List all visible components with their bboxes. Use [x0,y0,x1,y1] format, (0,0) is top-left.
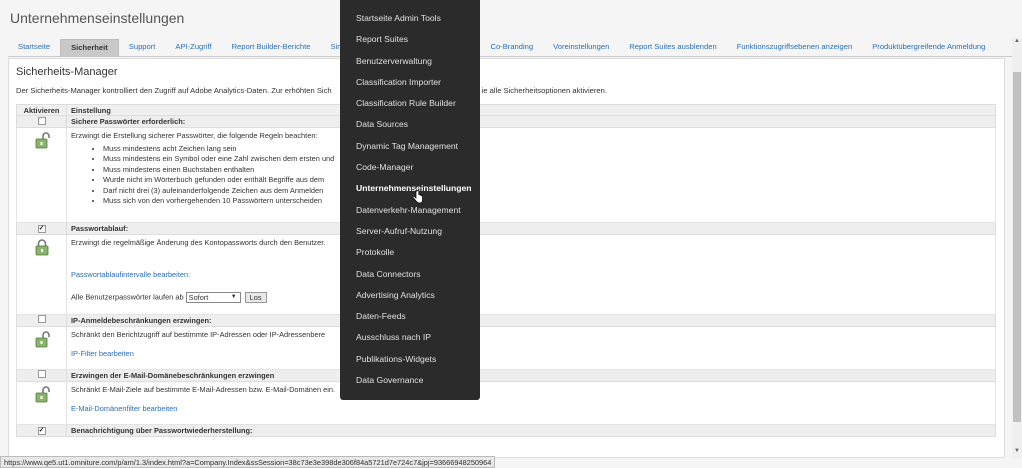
tab-startseite[interactable]: Startseite [8,39,60,57]
page-header: Unternehmenseinstellungen [0,0,1022,38]
section-header: Sichere Passwörter erforderlich: [16,115,996,128]
tab-report-builder[interactable]: Report Builder-Berichte [222,39,321,57]
list-item: Muss mindestens einen Buchstaben enthalt… [103,165,991,176]
menu-item-advertising-analytics[interactable]: Advertising Analytics [340,285,480,306]
tab-produktuebergreifende-anmeldung[interactable]: Produktübergreifende Anmeldung [862,39,995,57]
scroll-down-icon[interactable]: ▼ [1012,448,1022,458]
admin-tools-menu: Startseite Admin Tools Report Suites Ben… [340,0,480,400]
checkbox-password-expiry[interactable]: ✓ [37,225,46,233]
edit-email-domain-filter-link[interactable]: E-Mail-Domänenfilter bearbeiten [71,404,991,415]
checkbox-secure-passwords[interactable] [37,116,46,125]
col-header-setting: Einstellung [66,104,996,116]
col-header-activate: Aktivieren [16,104,67,116]
ip-restrictions-text: Schränkt den Berichtzugriff auf bestimmt… [71,329,326,339]
menu-item-dynamic-tag-management[interactable]: Dynamic Tag Management [340,136,480,157]
tab-sicherheit[interactable]: Sicherheit [60,39,119,57]
go-button[interactable]: Los [244,291,267,303]
tab-funktionszugriffsebenen[interactable]: Funktionszugriffsebenen anzeigen [727,39,863,57]
secure-passwords-intro: Erzwingt die Erstellung sicherer Passwör… [71,131,318,140]
panel-title: Sicherheits-Manager [16,66,118,78]
list-item: Muss sich von den vorhergehenden 10 Pass… [103,196,991,207]
menu-item-server-aufruf-nutzung[interactable]: Server-Aufruf-Nutzung [340,221,480,242]
menu-item-classification-rule-builder[interactable]: Classification Rule Builder [340,93,480,114]
section-title: Benachrichtigung über Passwortwiederhers… [66,423,996,437]
scroll-up-icon[interactable]: ▲ [1012,38,1022,48]
tab-voreinstellungen[interactable]: Voreinstellungen [543,39,619,57]
tab-support[interactable]: Support [119,39,166,57]
expire-select[interactable]: Sofort ▼ [185,291,241,303]
menu-item-startseite-admin-tools[interactable]: Startseite Admin Tools [340,8,480,29]
menu-item-ausschluss-nach-ip[interactable]: Ausschluss nach IP [340,327,480,348]
menu-item-data-governance[interactable]: Data Governance [340,370,480,391]
list-item: Muss mindestens ein Symbol oder eine Zah… [103,154,991,165]
security-manager-panel: Sicherheits-Manager Der Sicherheits-Mana… [8,58,1005,458]
section-header: ✓ Passwortablauf: [16,221,996,235]
menu-item-publikations-widgets[interactable]: Publikations-Widgets [340,349,480,370]
tab-api-zugriff[interactable]: API-Zugriff [165,39,221,57]
page-scrollbar[interactable]: ▲ ▼ [1012,38,1022,458]
expire-select-value: Sofort [188,292,209,302]
menu-item-unternehmenseinstellungen[interactable]: Unternehmenseinstellungen [340,178,480,199]
email-domain-text: Schränkt E-Mail-Ziele auf bestimmte E-Ma… [71,384,336,394]
scrollbar-thumb[interactable] [1013,72,1021,422]
section-title: Erzwingen der E-Mail-Domänebeschränkunge… [66,368,996,382]
password-expiry-text: Erzwingt die regelmäßige Änderung des Ko… [71,237,326,247]
edit-ip-filter-link[interactable]: IP-Filter bearbeiten [71,349,991,360]
section-header: ✓ Benachrichtigung über Passwortwiederhe… [16,423,996,437]
lock-closed-icon [35,238,48,255]
lock-open-icon [35,330,50,347]
menu-item-datenverkehr-management[interactable]: Datenverkehr-Management [340,200,480,221]
checkbox-ip-restrictions[interactable] [37,315,46,323]
list-item: Muss mindestens acht Zeichen lang sein [103,144,991,155]
menu-item-data-sources[interactable]: Data Sources [340,114,480,135]
menu-item-protokolle[interactable]: Protokolle [340,242,480,263]
expire-row: Alle Benutzerpasswörter laufen ab Sofort… [71,291,991,303]
section-body: Erzwingt die regelmäßige Änderung des Ko… [16,233,996,315]
tab-co-branding[interactable]: Co-Branding [481,39,544,57]
section-title: Passwortablauf: [66,221,996,235]
panel-intro: Der Sicherheits-Manager kontrolliert den… [9,83,1004,99]
menu-item-report-suites[interactable]: Report Suites [340,29,480,50]
section-title: Sichere Passwörter erforderlich: [66,115,996,128]
menu-item-daten-feeds[interactable]: Daten-Feeds [340,306,480,327]
tab-report-suites-ausblenden[interactable]: Report Suites ausblenden [619,39,726,57]
section-body: Erzwingt die Erstellung sicherer Passwör… [16,127,996,223]
list-item: Wurde nicht im Wörterbuch gefunden oder … [103,175,991,186]
section-header: IP-Anmeldebeschränkungen erzwingen: [16,313,996,327]
edit-expiry-intervals-link[interactable]: Passwortablaufintervalle bearbeiten: [71,270,991,281]
checkbox-email-domain[interactable] [37,370,46,378]
section-title: IP-Anmeldebeschränkungen erzwingen: [66,313,996,327]
menu-item-code-manager[interactable]: Code-Manager [340,157,480,178]
checkbox-password-recovery[interactable]: ✓ [37,427,46,435]
lock-open-icon [35,132,50,149]
lock-open-icon [35,385,50,402]
tab-bar: Startseite Sicherheit Support API-Zugrif… [8,39,1022,57]
menu-item-data-connectors[interactable]: Data Connectors [340,264,480,285]
section-header: Erzwingen der E-Mail-Domänebeschränkunge… [16,368,996,382]
section-body: Schränkt den Berichtzugriff auf bestimmt… [16,325,996,370]
password-rules-list: Muss mindestens acht Zeichen lang sein M… [71,144,991,207]
panel-intro-tail: ie alle Sicherheitsoptionen aktivieren. [481,86,607,95]
menu-item-benutzerverwaltung[interactable]: Benutzerverwaltung [340,51,480,72]
list-item: Darf nicht drei (3) aufeinanderfolgende … [103,186,991,197]
hand-cursor-icon [413,190,423,204]
panel-intro-text: Der Sicherheits-Manager kontrolliert den… [16,86,332,95]
expire-label: Alle Benutzerpasswörter laufen ab [71,291,184,301]
security-settings-table: Aktivieren Einstellung Sichere Passwörte… [16,104,996,437]
chevron-down-icon: ▼ [230,293,237,300]
page-title: Unternehmenseinstellungen [10,10,185,26]
section-body: Schränkt E-Mail-Ziele auf bestimmte E-Ma… [16,380,996,425]
status-bar-url: https://www.qe5.ut1.omniture.com/p/am/1.… [0,456,496,468]
menu-item-classification-importer[interactable]: Classification Importer [340,72,480,93]
